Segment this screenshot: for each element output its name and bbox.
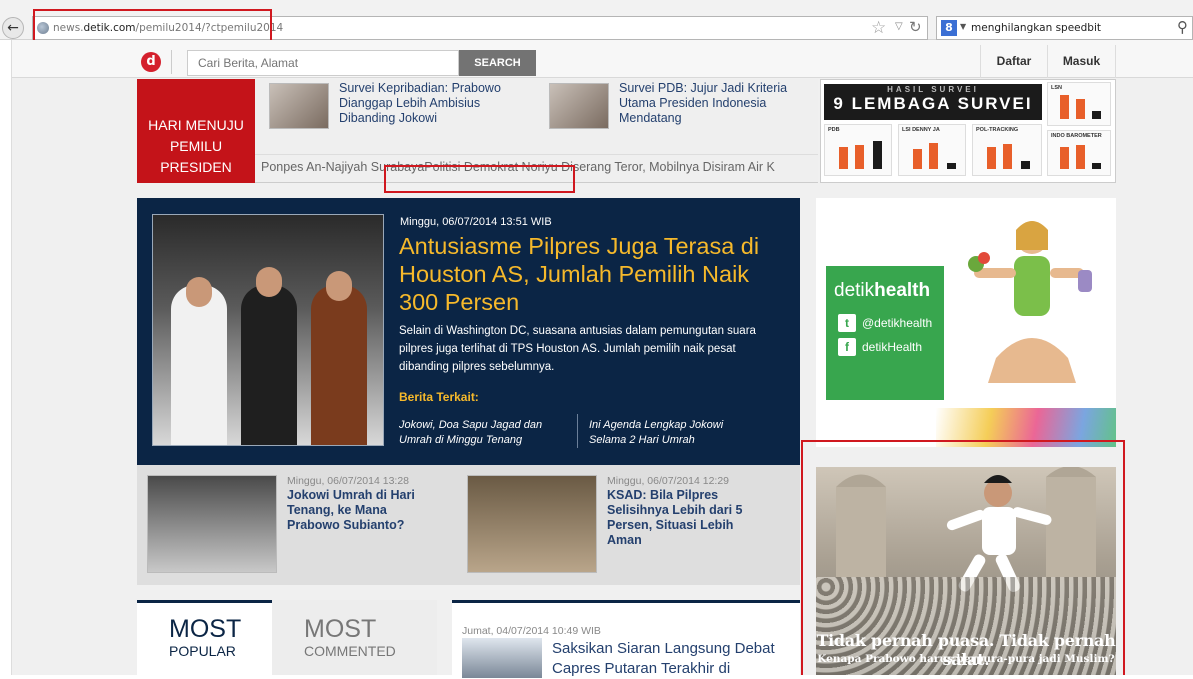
history-dropdown-icon[interactable]: ▽: [895, 21, 903, 32]
related-label: Berita Terkait:: [399, 390, 479, 404]
engine-dropdown-icon[interactable]: ▼: [960, 22, 966, 31]
tab-label-small: COMMENTED: [304, 643, 396, 659]
survey-chart: POL-TRACKING: [972, 124, 1042, 176]
countdown-label: HARI MENUJU PEMILU PRESIDEN: [148, 117, 244, 175]
reload-icon[interactable]: ↻: [909, 18, 922, 36]
headline-feature: Minggu, 06/07/2014 13:51 WIB Antusiasme …: [137, 198, 800, 465]
tab-label-big: MOST: [304, 615, 377, 643]
detikhealth-logo: detikhealth: [834, 280, 931, 301]
ad-annotation-box: [801, 440, 1125, 675]
survey-chart: LSN: [1047, 82, 1111, 126]
survey-chart-label: INDO BAROMETER: [1051, 133, 1102, 139]
detikhealth-ad[interactable]: detikhealth t @detikhealth f detikHealth: [816, 198, 1116, 447]
search-icon[interactable]: ⚲: [1177, 18, 1188, 36]
strip-story-title[interactable]: Survei PDB: Jujur Jadi Kriteria Utama Pr…: [619, 81, 809, 126]
feature-summary: Selain di Washington DC, suasana antusia…: [399, 325, 756, 373]
login-link[interactable]: Masuk: [1048, 45, 1116, 78]
site-search-button[interactable]: SEARCH: [459, 50, 536, 76]
site-search-field[interactable]: [187, 50, 459, 76]
twitter-handle: @detikhealth: [862, 316, 933, 330]
search-engine-icon[interactable]: 8: [941, 20, 957, 36]
tab-most-popular[interactable]: MOST POPULAR: [137, 600, 272, 675]
tab-label-small: POPULAR: [169, 643, 236, 659]
secondary-stories: Minggu, 06/07/2014 13:28 Jokowi Umrah di…: [137, 465, 800, 585]
related-divider: [577, 414, 578, 448]
video-date: Jumat, 04/07/2014 10:49 WIB: [462, 625, 601, 637]
most-tabs: MOST POPULAR MOST COMMENTED: [137, 600, 437, 675]
story-thumbnail[interactable]: [269, 83, 329, 129]
facebook-row[interactable]: f detikHealth: [838, 338, 922, 356]
video-thumbnail[interactable]: [462, 638, 542, 678]
date-annotation-box: [384, 165, 575, 193]
site-header: d SEARCH Daftar Masuk: [12, 40, 1193, 78]
story-date: Minggu, 06/07/2014 13:28: [287, 475, 410, 487]
strip-story-title[interactable]: Survei Kepribadian: Prabowo Dianggap Leb…: [339, 81, 529, 126]
related-link[interactable]: Ini Agenda Lengkap Jokowi Selama 2 Hari …: [589, 418, 759, 448]
story-thumbnail[interactable]: [467, 475, 597, 573]
survey-banner: HASIL SURVEI 9 LEMBAGA SURVEI: [824, 84, 1042, 120]
survey-headline: 9 LEMBAGA SURVEI: [833, 94, 1033, 113]
twitter-icon: t: [838, 314, 856, 332]
story-thumbnail[interactable]: [549, 83, 609, 129]
feature-photo[interactable]: [152, 214, 384, 446]
story-thumbnail[interactable]: [147, 475, 277, 573]
back-icon[interactable]: ←: [2, 17, 24, 39]
header-divider: [171, 50, 172, 74]
facebook-handle: detikHealth: [862, 340, 923, 354]
feature-date: Minggu, 06/07/2014 13:51 WIB: [400, 216, 552, 228]
browser-search-query[interactable]: menghilangkan speedbit: [971, 22, 1101, 34]
related-link[interactable]: Jokowi, Doa Sapu Jagad dan Umrah di Ming…: [399, 418, 569, 448]
survey-advertisement[interactable]: HASIL SURVEI 9 LEMBAGA SURVEI PDB LSI DE…: [820, 79, 1116, 183]
survey-chart-label: LSI DENNY JA: [902, 127, 940, 133]
feature-title[interactable]: Antusiasme Pilpres Juga Terasa di Housto…: [399, 232, 789, 316]
twitter-row[interactable]: t @detikhealth: [838, 314, 932, 332]
survey-chart: INDO BAROMETER: [1047, 130, 1111, 176]
tab-label-big: MOST: [169, 615, 242, 643]
story-date: Minggu, 06/07/2014 12:29: [607, 475, 730, 487]
survey-chart-label: LSN: [1051, 85, 1062, 91]
tab-most-commented[interactable]: MOST COMMENTED: [272, 600, 437, 675]
survey-chart: LSI DENNY JA: [898, 124, 966, 176]
story-title[interactable]: KSAD: Bila Pilpres Selisihnya Lebih dari…: [607, 488, 747, 548]
facebook-icon: f: [838, 338, 856, 356]
bookmark-star-icon[interactable]: ☆: [871, 18, 886, 38]
video-panel: Jumat, 04/07/2014 10:49 WIB Saksikan Sia…: [452, 600, 800, 678]
detik-logo[interactable]: d: [141, 52, 161, 72]
site-search-input[interactable]: [188, 51, 458, 75]
survey-chart-label: POL-TRACKING: [976, 127, 1019, 133]
browser-search-box[interactable]: 8 ▼ menghilangkan speedbit ⚲: [936, 16, 1193, 40]
election-countdown[interactable]: HARI MENUJU PEMILU PRESIDEN: [137, 79, 255, 183]
story-title[interactable]: Jokowi Umrah di Hari Tenang, ke Mana Pra…: [287, 488, 427, 533]
video-title[interactable]: Saksikan Siaran Langsung Debat Capres Pu…: [552, 639, 792, 679]
survey-chart: PDB: [824, 124, 892, 176]
survey-kicker: HASIL SURVEI: [887, 85, 979, 94]
survey-chart-label: PDB: [828, 127, 840, 133]
register-link[interactable]: Daftar: [980, 45, 1048, 78]
woman-illustration: [968, 221, 1092, 383]
health-brand-panel: detikhealth t @detikhealth f detikHealth: [826, 266, 944, 400]
